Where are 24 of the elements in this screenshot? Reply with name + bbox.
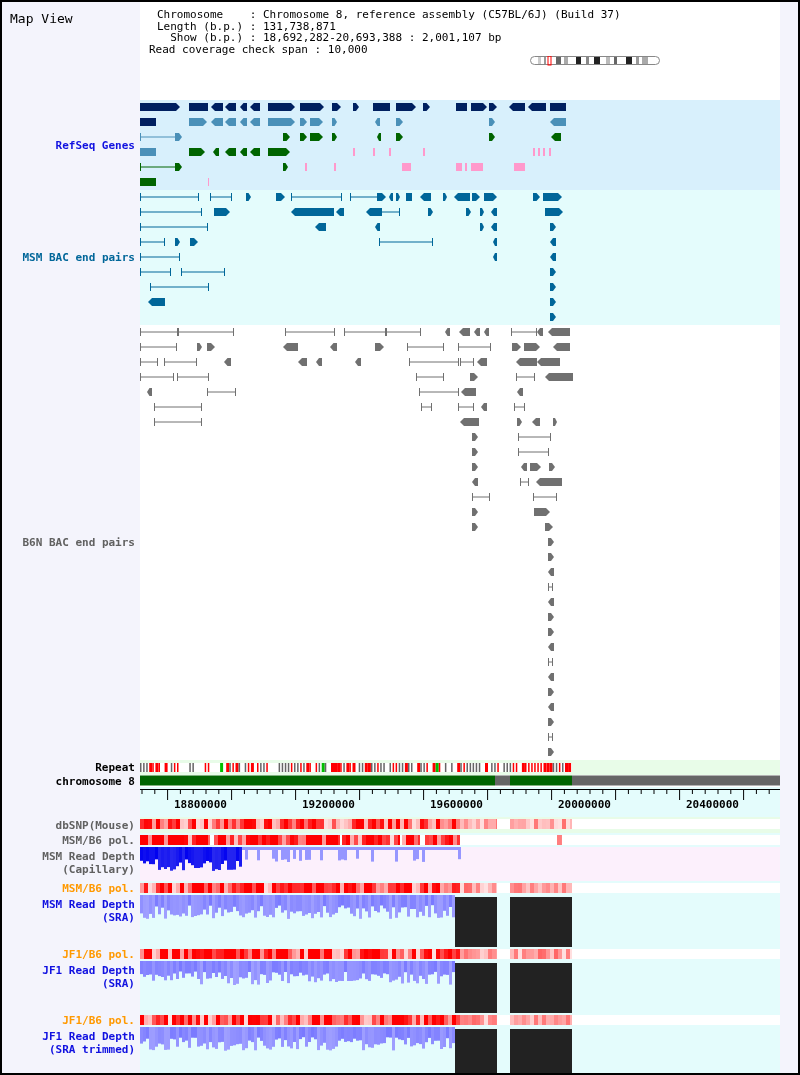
axis-label: 19200000 bbox=[302, 798, 355, 811]
track-label: Repeat bbox=[95, 761, 135, 774]
header-info-line: Show (b.p.) : 18,692,282-20,693,388 : 2,001,107 bp bbox=[170, 32, 503, 44]
track-label: dbSNP(Mouse) bbox=[55, 818, 135, 832]
track-label: JF1 Read Depth (SRA trimmed) bbox=[42, 1030, 135, 1056]
view-title: Map View bbox=[10, 11, 73, 26]
header-info-line: Chromosome : Chromosome 8, reference assembly (C57BL/6J) (Build 37) bbox=[156, 9, 622, 21]
track-label: JF1/B6 pol. bbox=[62, 947, 135, 961]
axis-label: 20400000 bbox=[686, 798, 739, 811]
track-label: B6N BAC end pairs bbox=[22, 536, 135, 549]
header-info-line: Read coverage check span : 10,000 bbox=[149, 43, 369, 55]
track-label: MSM/B6 pol. bbox=[62, 881, 135, 895]
axis-label: 19600000 bbox=[430, 798, 483, 811]
track-label: MSM Read Depth (SRA) bbox=[42, 898, 135, 924]
track-label: JF1/B6 pol. bbox=[62, 1013, 135, 1027]
track-label: chromosome 8 bbox=[55, 775, 135, 788]
axis-label: 18800000 bbox=[174, 798, 227, 811]
track-label: JF1 Read Depth (SRA) bbox=[42, 964, 135, 990]
track-label: MSM Read Depth (Capillary) bbox=[42, 850, 135, 876]
track-label: MSM BAC end pairs bbox=[22, 251, 135, 264]
header-info-line: Length (b.p.) : 131,738,871 bbox=[156, 20, 337, 32]
track-label: MSM/B6 pol. bbox=[62, 833, 135, 847]
track-label: RefSeq Genes bbox=[55, 138, 135, 152]
axis-label: 20000000 bbox=[558, 798, 611, 811]
